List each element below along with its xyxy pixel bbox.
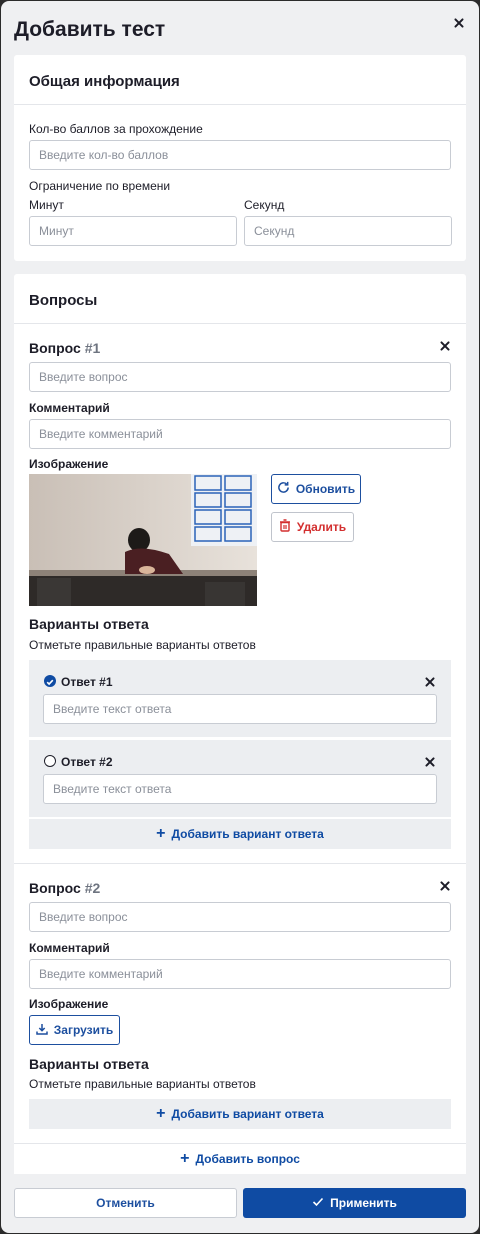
cancel-button[interactable]: Отменить (14, 1188, 237, 1218)
divider (14, 863, 466, 864)
seconds-label: Секунд (244, 198, 285, 212)
answers-title: Варианты ответа (29, 616, 149, 632)
answer-1-correct-checkbox[interactable] (44, 675, 56, 687)
plus-icon: + (180, 1150, 190, 1167)
answer-1-input[interactable] (43, 694, 437, 724)
check-icon (312, 1196, 324, 1210)
plus-icon: + (156, 825, 166, 842)
points-input[interactable] (29, 140, 451, 170)
question-1-comment-input[interactable] (29, 419, 451, 449)
question-1-comment-label: Комментарий (29, 401, 110, 415)
minutes-label: Минут (29, 198, 64, 212)
seconds-input[interactable] (244, 216, 452, 246)
add-answer-button-2[interactable]: + Добавить вариант ответа (29, 1099, 451, 1129)
plus-icon: + (156, 1105, 166, 1122)
question-title-text: Вопрос (29, 880, 81, 896)
apply-label: Применить (330, 1196, 397, 1210)
question-title-text: Вопрос (29, 340, 81, 356)
minutes-input[interactable] (29, 216, 237, 246)
check-icon (46, 679, 54, 686)
answers-hint: Отметьте правильные варианты ответов (29, 1077, 256, 1091)
general-info-title: Общая информация (29, 73, 180, 90)
download-icon (36, 1023, 48, 1038)
time-limit-label: Ограничение по времени (29, 179, 171, 193)
add-question-button[interactable]: + Добавить вопрос (14, 1144, 466, 1174)
answer-1-label: Ответ #1 (61, 675, 113, 689)
delete-image-button[interactable]: Удалить (271, 512, 354, 542)
close-dialog-icon[interactable] (452, 16, 466, 30)
add-test-dialog: Добавить тест Общая информация Кол-во ба… (1, 1, 479, 1233)
refresh-label: Обновить (295, 482, 356, 496)
remove-question-2-icon[interactable] (438, 879, 452, 893)
answer-2-label: Ответ #2 (61, 755, 113, 769)
question-2-image-label: Изображение (29, 997, 109, 1011)
divider (14, 104, 466, 105)
question-2-comment-label: Комментарий (29, 941, 110, 955)
trash-icon (279, 519, 291, 535)
answer-2-input[interactable] (43, 774, 437, 804)
upload-image-button[interactable]: Загрузить (29, 1015, 120, 1045)
question-1-image-label: Изображение (29, 457, 109, 471)
refresh-icon (277, 481, 290, 497)
apply-button[interactable]: Применить (243, 1188, 466, 1218)
answers-hint: Отметьте правильные варианты ответов (29, 638, 256, 652)
add-answer-button-1[interactable]: + Добавить вариант ответа (29, 819, 451, 849)
answer-1-box: Ответ #1 (29, 660, 451, 737)
general-info-card: Общая информация Кол-во баллов за прохож… (14, 55, 466, 261)
questions-card: Вопросы Вопрос #1 Комментарий Изображени… (14, 274, 466, 1174)
remove-question-1-icon[interactable] (438, 339, 452, 353)
dialog-title: Добавить тест (14, 18, 166, 41)
question-number: #1 (84, 340, 101, 356)
add-answer-label: Добавить вариант ответа (171, 827, 324, 841)
remove-answer-1-icon[interactable] (423, 675, 437, 689)
upload-label: Загрузить (53, 1023, 114, 1037)
divider (14, 323, 466, 324)
question-2-comment-input[interactable] (29, 959, 451, 989)
cancel-label: Отменить (96, 1196, 155, 1210)
points-label: Кол-во баллов за прохождение (29, 122, 203, 136)
question-1-title: Вопрос #1 (29, 340, 100, 356)
remove-answer-2-icon[interactable] (423, 755, 437, 769)
add-question-label: Добавить вопрос (195, 1152, 300, 1166)
answers-title: Варианты ответа (29, 1056, 149, 1072)
question-number: #2 (84, 880, 101, 896)
answer-2-box: Ответ #2 (29, 740, 451, 817)
delete-label: Удалить (296, 520, 347, 534)
question-2-title: Вопрос #2 (29, 880, 100, 896)
question-1-input[interactable] (29, 362, 451, 392)
answer-2-correct-checkbox[interactable] (44, 755, 56, 767)
refresh-image-button[interactable]: Обновить (271, 474, 361, 504)
question-1-image (29, 474, 257, 606)
add-answer-label: Добавить вариант ответа (171, 1107, 324, 1121)
questions-title: Вопросы (29, 292, 98, 309)
question-2-input[interactable] (29, 902, 451, 932)
